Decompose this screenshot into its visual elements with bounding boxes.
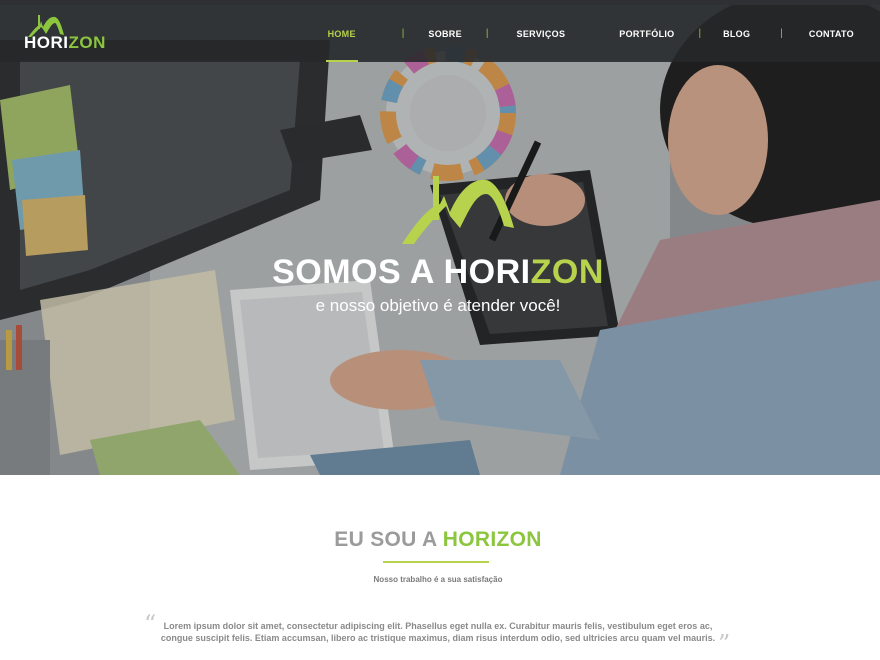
hero-title-green: ZON xyxy=(530,253,604,291)
horizon-mark-icon xyxy=(402,176,514,244)
logo-text-white: HORI xyxy=(24,33,69,52)
hero-title: SOMOS A HORIZON xyxy=(0,253,876,292)
nav-item-contato[interactable]: CONTATO xyxy=(809,5,854,62)
top-navbar: HORIZON HOME | SOBRE | SERVIÇOS PORTFÓLI… xyxy=(0,0,880,62)
nav-separator: | xyxy=(485,28,489,39)
about-tagline: Nosso trabalho é a sua satisfação xyxy=(373,575,503,584)
nav-separator: | xyxy=(698,28,702,39)
logo-wordmark: HORIZON xyxy=(24,33,106,53)
nav-separator: | xyxy=(401,28,405,39)
about-title: EU SOU A HORIZON xyxy=(0,528,876,552)
about-title-gray: EU SOU A xyxy=(334,528,443,551)
hero-title-white: SOMOS A HORI xyxy=(272,253,531,291)
close-quote-icon: ” xyxy=(718,630,731,658)
logo-text-green: ZON xyxy=(68,33,106,52)
nav-item-home[interactable]: HOME xyxy=(325,5,359,62)
title-underline xyxy=(383,561,489,563)
nav-item-sobre[interactable]: SOBRE xyxy=(428,5,462,62)
about-title-green: HORIZON xyxy=(442,528,542,551)
about-quote-text: Lorem ipsum dolor sit amet, consectetur … xyxy=(160,621,716,643)
site-logo[interactable]: HORIZON xyxy=(24,15,106,57)
nav-item-portfolio[interactable]: PORTFÓLIO xyxy=(619,5,674,62)
nav-item-blog[interactable]: BLOG xyxy=(723,5,750,62)
main-nav: HOME | SOBRE | SERVIÇOS PORTFÓLIO | BLOG… xyxy=(325,5,854,62)
nav-item-servicos[interactable]: SERVIÇOS xyxy=(517,5,566,62)
nav-separator: | xyxy=(780,28,783,39)
hero-subtitle: e nosso objetivo é atender você! xyxy=(315,296,561,315)
open-quote-icon: “ xyxy=(144,610,157,638)
hero-banner: SOMOS A HORIZON e nosso objetivo é atend… xyxy=(0,0,880,475)
